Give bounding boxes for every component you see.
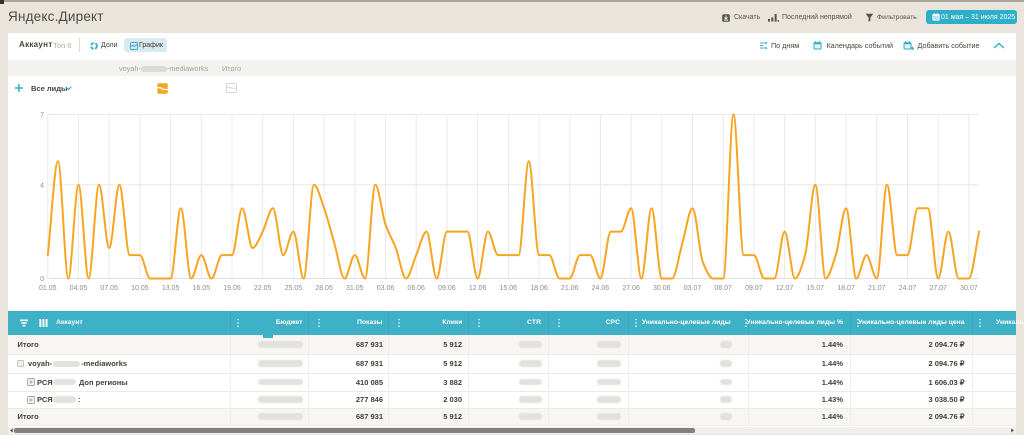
svg-text:25.05: 25.05 [285,285,303,292]
svg-text:18.07: 18.07 [837,285,855,292]
svg-text:12.06: 12.06 [469,285,487,292]
svg-text:0: 0 [40,276,44,283]
svg-text:30.07: 30.07 [960,285,978,292]
svg-text:03.06: 03.06 [377,285,395,292]
svg-text:18.06: 18.06 [530,285,548,292]
svg-text:12.07: 12.07 [776,285,794,292]
svg-text:13.05: 13.05 [162,285,180,292]
svg-text:19.05: 19.05 [223,285,241,292]
svg-text:04.05: 04.05 [70,285,88,292]
svg-text:09.07: 09.07 [745,285,763,292]
svg-text:22.05: 22.05 [254,285,272,292]
svg-text:24.06: 24.06 [592,285,610,292]
svg-text:10.05: 10.05 [131,285,149,292]
svg-text:24.07: 24.07 [899,285,917,292]
svg-text:16.05: 16.05 [193,285,211,292]
svg-text:27.06: 27.06 [622,285,640,292]
svg-text:15.07: 15.07 [807,285,825,292]
svg-text:4: 4 [40,182,44,189]
svg-text:31.05: 31.05 [346,285,364,292]
svg-text:07.05: 07.05 [100,285,118,292]
svg-text:06.06: 06.06 [407,285,425,292]
svg-text:01.05: 01.05 [39,285,57,292]
svg-text:7: 7 [40,112,44,119]
svg-text:27.07: 27.07 [929,285,947,292]
svg-text:28.05: 28.05 [315,285,333,292]
svg-text:30.06: 30.06 [653,285,671,292]
svg-text:06.07: 06.07 [714,285,732,292]
svg-text:21.06: 21.06 [561,285,579,292]
svg-text:15.06: 15.06 [500,285,518,292]
svg-text:21.07: 21.07 [868,285,886,292]
svg-text:09.06: 09.06 [438,285,456,292]
svg-text:03.07: 03.07 [684,285,702,292]
